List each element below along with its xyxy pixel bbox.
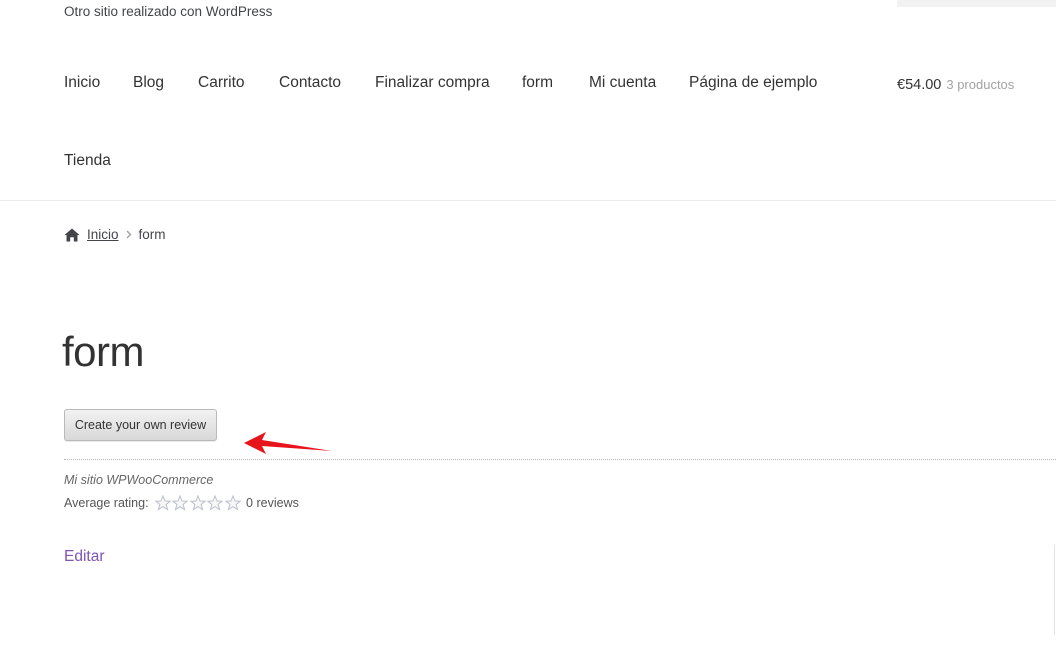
star-icon [223,494,242,511]
cart-amount: €54.00 [897,77,942,93]
home-icon [64,228,80,242]
reviews-count[interactable]: 0 reviews [246,496,299,510]
header-search-area[interactable] [897,0,1056,7]
rating-stars [153,494,243,511]
star-icon [188,494,207,511]
breadcrumb-current: form [138,227,166,242]
cart-count: 3 productos [946,77,1015,92]
header-cart[interactable]: €54.00 3 productos [897,76,1014,94]
star-icon [153,494,172,511]
header-divider [0,200,1056,201]
page-title: form [62,328,145,375]
breadcrumb-home-link[interactable]: Inicio [87,227,119,242]
chevron-right-icon [126,228,132,242]
page: Otro sitio realizado con WordPress Inici… [0,0,1056,648]
nav-item-inicio[interactable]: Inicio [64,74,100,92]
average-rating-row: Average rating: 0 reviews [64,494,299,511]
nav-item-mi-cuenta[interactable]: Mi cuenta [589,74,656,92]
average-rating-label: Average rating: [64,496,149,510]
nav-item-contacto[interactable]: Contacto [279,74,341,92]
right-edge-divider [1054,545,1055,635]
edit-link[interactable]: Editar [64,548,105,566]
site-tagline: Otro sitio realizado con WordPress [64,4,273,19]
breadcrumb: Inicio form [64,227,166,242]
nav-item-pagina-de-ejemplo[interactable]: Página de ejemplo [689,74,817,92]
nav-item-tienda[interactable]: Tienda [64,152,111,170]
dotted-divider [64,459,1056,460]
star-icon [206,494,224,511]
review-site-name: Mi sitio WPWooCommerce [64,473,214,487]
nav-item-form[interactable]: form [522,74,553,92]
nav-item-finalizar-compra[interactable]: Finalizar compra [375,74,490,92]
star-icon [171,494,189,511]
create-review-button[interactable]: Create your own review [64,409,217,441]
red-arrow-annotation [240,428,335,463]
nav-item-blog[interactable]: Blog [133,74,164,92]
nav-item-carrito[interactable]: Carrito [198,74,245,92]
